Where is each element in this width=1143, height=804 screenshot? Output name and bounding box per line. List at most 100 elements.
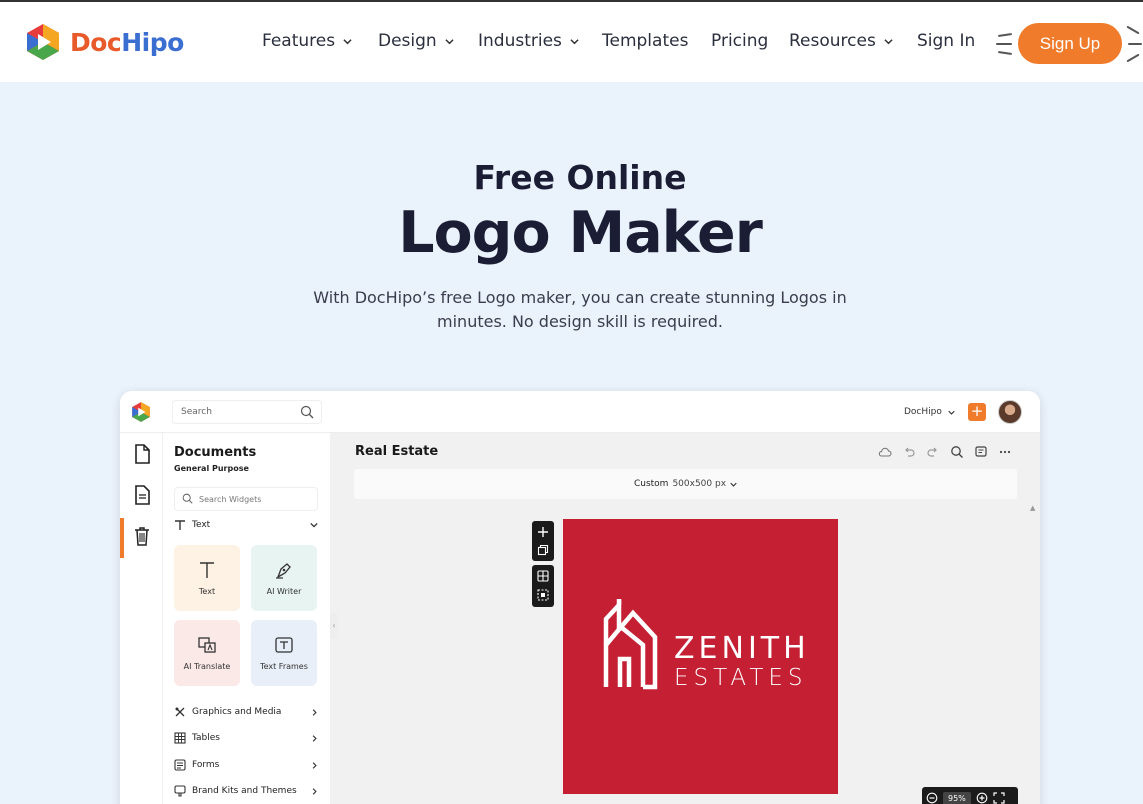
trash-icon[interactable] (132, 525, 152, 547)
create-new-button[interactable]: + (968, 403, 986, 421)
tables-label: Tables (192, 733, 220, 743)
brand-kits-label: Brand Kits and Themes (192, 786, 297, 796)
zoom-out-icon[interactable] (926, 792, 938, 804)
graphics-media-row[interactable]: Graphics and Media (174, 706, 318, 718)
text-section-header[interactable]: Text (174, 519, 318, 531)
rail-active-indicator (120, 518, 124, 558)
nav-resources[interactable]: Resources (789, 31, 893, 51)
grid-icon[interactable] (537, 570, 549, 582)
dochipo-logo-icon[interactable] (130, 401, 152, 423)
more-options-icon[interactable] (998, 445, 1012, 459)
hero-subtitle: Free Online (473, 158, 687, 197)
brand-logo-link[interactable]: DocHipo (24, 22, 184, 62)
undo-icon[interactable] (902, 445, 916, 459)
canvas-toolbar (878, 445, 1012, 459)
tables-row[interactable]: Tables (174, 732, 318, 744)
nav-industries[interactable]: Industries (478, 31, 579, 51)
fullscreen-icon[interactable] (993, 792, 1005, 804)
search-widgets-input[interactable]: Search Widgets (174, 487, 318, 511)
chevron-down-icon (343, 38, 352, 44)
collapse-panel-handle[interactable]: ‹ (330, 613, 338, 639)
chevron-down-icon (948, 410, 955, 415)
editor-left-rail (120, 433, 163, 804)
duplicate-page-icon[interactable] (537, 544, 549, 556)
decorative-ray (1128, 43, 1142, 45)
avatar[interactable] (998, 400, 1022, 424)
floating-page-tools (532, 521, 554, 607)
logo-artboard[interactable]: ZENITH ESTATES (563, 519, 838, 794)
decorative-ray (997, 33, 1013, 37)
ai-translate-card[interactable]: AI Translate (174, 620, 240, 686)
document-title[interactable]: Real Estate (355, 444, 438, 459)
search-icon[interactable] (300, 405, 314, 419)
canvas-size-selector[interactable]: Custom 500x500 px (354, 469, 1017, 499)
panel-subtitle: General Purpose (174, 464, 249, 473)
text-section-label: Text (192, 520, 211, 530)
chevron-right-icon (312, 734, 317, 742)
cloud-sync-icon[interactable] (878, 445, 892, 459)
chevron-right-icon (312, 708, 317, 716)
chevron-down-icon (445, 38, 454, 44)
brand-name-part2: Hipo (121, 27, 184, 57)
size-value: 500x500 px (672, 479, 727, 489)
account-label: DocHipo (904, 407, 942, 417)
shapes-icon (175, 707, 185, 717)
card-label: Text (198, 587, 216, 596)
widgets-panel: Documents General Purpose Search Widgets… (163, 433, 330, 804)
text-icon (175, 520, 185, 530)
logo-line-1: ZENITH (674, 631, 810, 666)
add-page-icon[interactable] (537, 526, 549, 538)
redo-icon[interactable] (926, 445, 940, 459)
decorative-ray (1126, 53, 1140, 63)
graphics-media-label: Graphics and Media (192, 707, 282, 717)
hero-description: With DocHipo’s free Logo maker, you can … (313, 288, 847, 331)
nav-templates[interactable]: Templates (602, 31, 688, 51)
text-frames-card[interactable]: Text Frames (251, 620, 317, 686)
document-icon[interactable] (132, 443, 152, 465)
chevron-down-icon (730, 482, 737, 487)
nav-design[interactable]: Design (378, 31, 454, 51)
editor-topbar: Search DocHipo + (120, 391, 1040, 433)
chevron-right-icon (312, 761, 317, 769)
forms-label: Forms (192, 760, 220, 770)
select-area-icon[interactable] (537, 589, 549, 601)
nav-pricing[interactable]: Pricing (711, 31, 768, 51)
zoom-search-icon[interactable] (950, 445, 964, 459)
page-icon[interactable] (132, 484, 152, 506)
translate-icon (198, 637, 216, 653)
chevron-down-icon (884, 38, 893, 44)
brand-kits-row[interactable]: Brand Kits and Themes (174, 785, 318, 797)
ai-writer-card[interactable]: AI Writer (251, 545, 317, 611)
nav-features-label: Features (262, 31, 336, 51)
forms-row[interactable]: Forms (174, 759, 318, 771)
nav-features[interactable]: Features (262, 31, 352, 51)
chevron-right-icon (312, 787, 317, 795)
grid-tools-group (532, 565, 554, 607)
decorative-ray (997, 51, 1013, 55)
brand-kit-icon (174, 785, 186, 797)
chevron-down-icon (310, 522, 318, 528)
sign-up-button[interactable]: Sign Up (1018, 23, 1122, 64)
text-widget-card[interactable]: Text (174, 545, 240, 611)
search-icon (182, 493, 193, 504)
pen-nib-icon (276, 563, 291, 579)
top-navigation: DocHipo Features Design Industries Templ… (0, 0, 1143, 82)
logo-line-2: ESTATES (674, 665, 808, 691)
size-label: Custom (633, 479, 669, 489)
nav-industries-label: Industries (478, 31, 562, 51)
nav-pricing-label: Pricing (711, 31, 769, 51)
dochipo-logo-icon (27, 24, 59, 60)
account-menu[interactable]: DocHipo (904, 407, 955, 417)
chevron-down-icon (570, 38, 579, 44)
form-icon (174, 759, 186, 771)
comment-icon[interactable] (974, 445, 988, 459)
hero-title: Logo Maker (398, 200, 763, 266)
brand-name-part1: Doc (70, 27, 122, 57)
page-actions-group (532, 521, 554, 561)
card-label: AI Writer (266, 587, 302, 596)
editor-mockup: Search DocHipo + Documents General Purpo… (120, 391, 1040, 804)
zoom-level[interactable]: 95% (943, 791, 971, 804)
scroll-up-arrow[interactable]: ▲ (1030, 504, 1035, 512)
zoom-in-icon[interactable] (976, 792, 988, 804)
nav-sign-in[interactable]: Sign In (917, 31, 975, 51)
